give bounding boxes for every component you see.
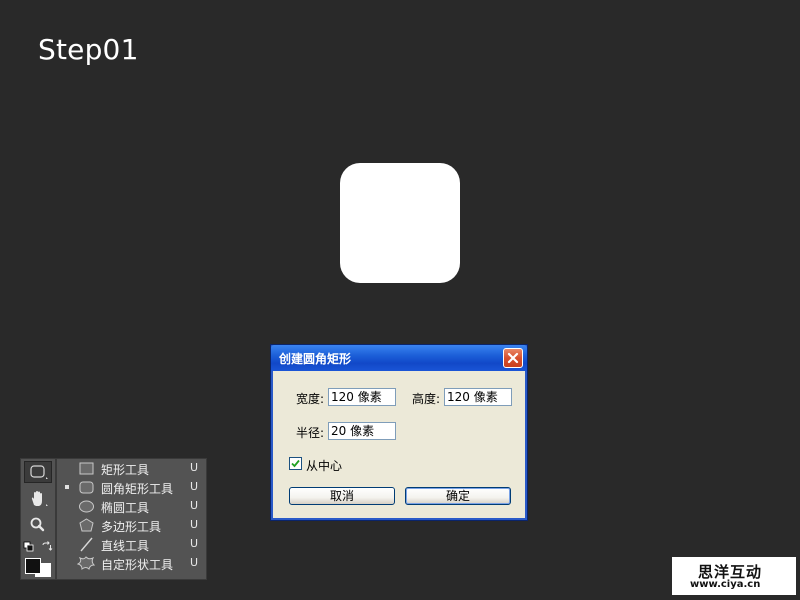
flyout-shortcut: U — [190, 461, 199, 474]
line-icon — [80, 537, 93, 552]
dialog-body: 宽度: 120 像素 高度: 120 像素 半径: 20 像素 从中心 取消 确… — [273, 371, 525, 518]
flyout-shortcut: U — [190, 499, 199, 512]
flyout-label: 矩形工具 — [101, 463, 150, 477]
watermark: 思洋互动 www.ciya.cn — [672, 557, 796, 595]
height-input[interactable]: 120 像素 — [444, 388, 512, 406]
cancel-button[interactable]: 取消 — [289, 487, 395, 505]
rounded-rectangle-shape — [340, 163, 460, 283]
flyout-shortcut: U — [190, 556, 199, 569]
flyout-item-polygon[interactable]: 多边形工具 U — [57, 516, 206, 535]
foreground-color-swatch[interactable] — [25, 558, 41, 574]
close-icon — [507, 352, 519, 364]
flyout-item-ellipse[interactable]: 椭圆工具 U — [57, 497, 206, 516]
width-input[interactable]: 120 像素 — [328, 388, 396, 406]
dialog-titlebar[interactable]: 创建圆角矩形 — [271, 345, 527, 371]
from-center-checkbox[interactable] — [289, 457, 302, 470]
radius-label: 半径: — [296, 426, 325, 440]
shape-tools-flyout: 矩形工具 U 圆角矩形工具 U 椭圆工具 U 多边形工具 U 直线工具 U 自定 — [56, 458, 207, 580]
flyout-item-line[interactable]: 直线工具 U — [57, 535, 206, 554]
swap-colors-icon[interactable] — [41, 541, 53, 553]
flyout-label: 椭圆工具 — [101, 501, 150, 515]
ok-button[interactable]: 确定 — [405, 487, 511, 505]
width-label: 宽度: — [296, 392, 325, 406]
flyout-shortcut: U — [190, 518, 199, 531]
rectangle-icon — [79, 462, 94, 475]
rounded-rectangle-tool-button[interactable] — [24, 461, 52, 483]
hand-icon[interactable] — [25, 489, 51, 509]
close-button[interactable] — [503, 348, 523, 368]
flyout-label: 直线工具 — [101, 539, 150, 553]
checkmark-icon — [291, 459, 300, 468]
rounded-rectangle-icon — [79, 481, 94, 494]
selected-bullet — [65, 485, 69, 489]
polygon-icon — [79, 518, 94, 532]
tool-strip — [20, 458, 56, 580]
flyout-item-rectangle[interactable]: 矩形工具 U — [57, 459, 206, 478]
height-label: 高度: — [412, 392, 441, 406]
flyout-label: 圆角矩形工具 — [101, 482, 174, 496]
custom-shape-icon — [77, 556, 95, 570]
create-rounded-rect-dialog: 创建圆角矩形 宽度: 120 像素 高度: 120 像素 半径: 20 像素 从… — [270, 344, 528, 521]
flyout-shortcut: U — [190, 480, 199, 493]
step-title: Step01 — [38, 33, 139, 66]
flyout-shortcut: U — [190, 537, 199, 550]
dialog-title: 创建圆角矩形 — [279, 352, 352, 366]
flyout-label: 自定形状工具 — [101, 558, 174, 572]
ellipse-icon — [79, 500, 94, 513]
default-colors-icon[interactable] — [23, 541, 35, 553]
watermark-url: www.ciya.cn — [690, 579, 761, 590]
from-center-label: 从中心 — [306, 459, 343, 473]
flyout-item-custom-shape[interactable]: 自定形状工具 U — [57, 554, 206, 573]
flyout-item-rounded-rectangle[interactable]: 圆角矩形工具 U — [57, 478, 206, 497]
rounded-rectangle-tool-icon — [30, 465, 48, 479]
radius-input[interactable]: 20 像素 — [328, 422, 396, 440]
zoom-icon[interactable] — [25, 515, 51, 535]
flyout-label: 多边形工具 — [101, 520, 162, 534]
